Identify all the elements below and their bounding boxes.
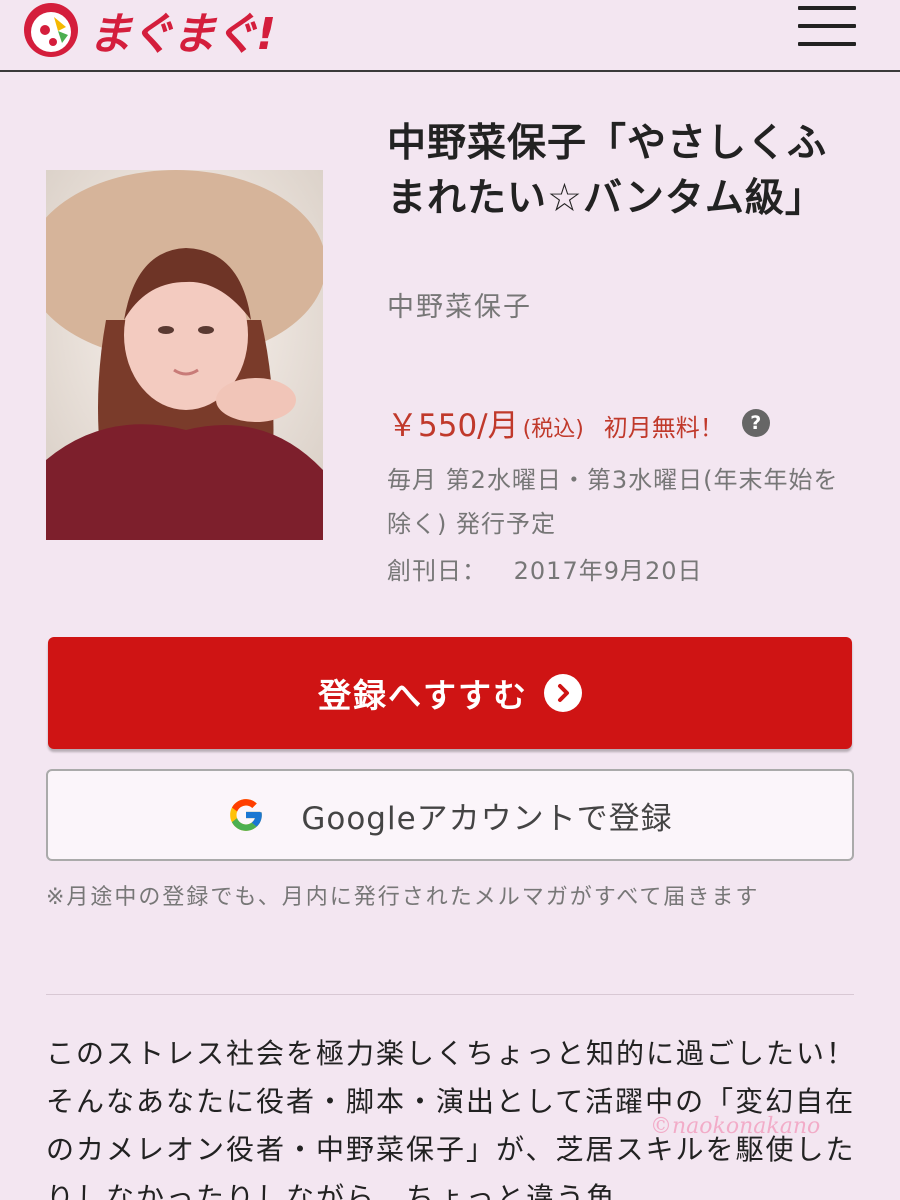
price-row: ￥550/月 (税込) 初月無料！ ? (387, 400, 770, 445)
divider (46, 994, 854, 995)
register-button[interactable]: 登録へすすむ (48, 637, 852, 749)
registration-note: ※月途中の登録でも、月内に発行されたメルマガがすべて届きます (46, 885, 760, 910)
google-register-button[interactable]: Googleアカウントで登録 (46, 769, 854, 861)
watermark: ©naokonakano (650, 1114, 821, 1139)
start-date-row: 創刊日： 2017年9月20日 (387, 551, 703, 586)
site-logo[interactable]: まぐまぐ! (22, 2, 276, 60)
google-g-icon (230, 799, 263, 831)
free-offer-badge: 初月無料！ (603, 414, 724, 442)
mag2-logo-icon (24, 3, 78, 57)
price: ￥550/月 (387, 408, 519, 444)
question-circle-icon[interactable]: ? (741, 408, 770, 437)
tax-note: (税込) (522, 417, 584, 442)
google-register-label: Googleアカウントで登録 (301, 800, 673, 837)
start-date-label: 創刊日： (387, 557, 487, 585)
chevron-right-circle-icon (544, 674, 582, 712)
logo-text: まぐまぐ! (88, 9, 276, 60)
publish-schedule: 毎月 第2水曜日・第3水曜日(年末年始を除く) 発行予定 (387, 466, 839, 538)
newsletter-title: 中野菜保子「やさしくふまれたい☆バンタム級」 (387, 121, 828, 221)
author-name[interactable]: 中野菜保子 (387, 285, 532, 324)
start-date-value: 2017年9月20日 (513, 557, 703, 585)
site-header: まぐまぐ! (0, 0, 900, 72)
hamburger-menu-icon[interactable] (798, 6, 856, 46)
author-photo (46, 170, 323, 540)
register-button-label: 登録へすすむ (318, 676, 528, 715)
